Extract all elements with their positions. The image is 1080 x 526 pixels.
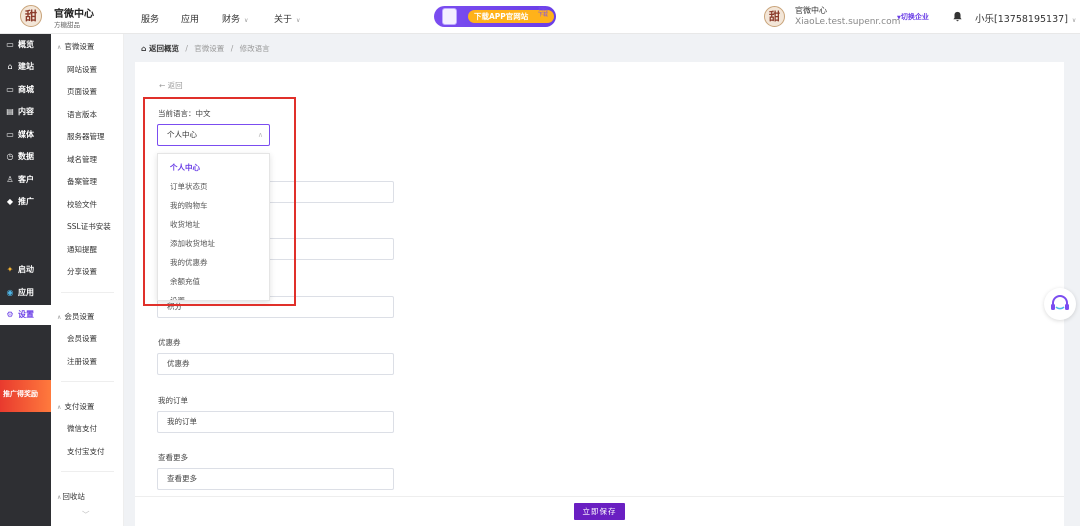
subnav-item[interactable]: 分享设置 [67,266,97,277]
subnav-group-site[interactable]: ∧ 官微设置 [57,41,94,52]
account-name: 官微中心 [795,6,827,15]
dropdown-option[interactable]: 收货地址 [170,219,200,230]
download-app-banner[interactable]: 下载APP官网站 扫码下载 [434,6,556,27]
back-link[interactable]: ← 返回 [159,80,183,91]
dropdown-option[interactable]: 个人中心 [170,162,200,173]
dropdown-option[interactable]: 订单状态页 [170,181,208,192]
subnav-item[interactable]: 支付宝支付 [67,446,105,457]
nav-finance[interactable]: 财务 ∨ [222,12,248,25]
orders-field[interactable]: 我的订单 [157,411,394,433]
chevron-up-icon: ∧ [57,404,62,411]
orders-label: 我的订单 [158,396,188,405]
subnav-item[interactable]: 页面设置 [67,86,97,97]
brand-logo[interactable]: 甜 [20,5,42,27]
breadcrumb-home[interactable]: ⌂ 返回概览 [141,44,179,53]
dropdown-option[interactable]: 余额充值 [170,276,200,287]
monitor-icon: ▭ [6,40,14,49]
sidebar-item-content[interactable]: ▤ 内容 [0,102,51,122]
content-card [135,62,1064,502]
chevron-down-icon: ∨ [1071,17,1077,24]
account-logo[interactable]: 甜 [764,6,785,27]
nav-about[interactable]: 关于 ∨ [274,12,300,25]
subnav-item[interactable]: 备案管理 [67,176,97,187]
subnav-item[interactable]: 网站设置 [67,64,97,75]
more-field[interactable]: 查看更多 [157,468,394,490]
account-domain: XiaoLe.test.supenr.com [795,17,901,27]
settings-subnav: ∧ 官微设置 网站设置 页面设置 语言版本 服务器管理 域名管理 备案管理 校验文… [51,34,124,526]
breadcrumb: ⌂ 返回概览 / 官微设置 / 修改语言 [141,44,270,53]
current-language: 当前语言：中文 [158,109,211,118]
sidebar-item-launch[interactable]: ✦ 启动 [0,260,51,280]
save-button[interactable]: 立即保存 [574,503,625,520]
customer-service-button[interactable] [1044,288,1076,320]
sidebar-item-media[interactable]: ▭ 媒体 [0,125,51,145]
subnav-group-payment[interactable]: ∧ 支付设置 [57,401,94,412]
divider [61,292,114,293]
divider [61,381,114,382]
chevron-up-icon: ∧ [257,131,263,139]
divider [61,471,114,472]
sidebar-item-shop[interactable]: ▭ 商城 [0,80,51,100]
tag-icon: ◆ [6,197,14,206]
sidebar-item-apps[interactable]: ◉ 应用 [0,283,51,303]
dropdown-option[interactable]: 添加收货地址 [170,238,215,249]
subnav-item[interactable]: 服务器管理 [67,131,105,142]
subnav-item[interactable]: SSL证书安装 [67,221,111,232]
nav-apps[interactable]: 应用 [181,12,199,25]
more-label: 查看更多 [158,453,188,462]
bell-icon[interactable] [952,11,963,22]
chevron-down-icon: ∨ [296,17,301,24]
home-icon: ⌂ [7,62,13,71]
coupon-label: 优惠券 [158,338,181,347]
subnav-item[interactable]: 注册设置 [67,356,97,367]
main-sidebar: ▭ 概览 ⌂ 建站 ▭ 商城 ▤ 内容 ▭ 媒体 ◷ 数据 ♙ 客户 ◆ 推广 ✦ 启动 ◉ 应用 … [0,34,51,526]
subnav-group-member[interactable]: ∧ 会员设置 [57,311,94,322]
subnav-item[interactable]: 校验文件 [67,199,97,210]
dropdown-option[interactable]: 我的购物车 [170,200,208,211]
brand-name[interactable]: 官微中心 [54,5,94,20]
subnav-group-recycle[interactable]: ∧回收站 [57,491,85,502]
subnav-item[interactable]: 微信支付 [67,423,97,434]
sidebar-item-site[interactable]: ⌂ 建站 [0,57,51,77]
subnav-item[interactable]: 语言版本 [67,109,97,120]
referral-reward-banner[interactable]: 推广得奖励 [0,380,51,412]
chevron-down-icon[interactable]: ﹀ [82,509,90,520]
sidebar-item-customers[interactable]: ♙ 客户 [0,170,51,190]
chevron-down-icon: ∨ [244,17,249,24]
switch-enterprise-link[interactable]: ▼切换企业 [897,12,929,22]
document-icon: ▤ [6,107,14,116]
subnav-item[interactable]: 域名管理 [67,154,97,165]
coupon-field[interactable]: 优惠券 [157,353,394,375]
page-select-dropdown: 个人中心 订单状态页 我的购物车 收货地址 添加收货地址 我的优惠券 余额充值 … [157,153,270,301]
sidebar-item-overview[interactable]: ▭ 概览 [0,35,51,55]
user-menu[interactable]: 小乐[13758195137] ∨ [975,11,1076,25]
sidebar-item-settings[interactable]: ⚙ 设置 [0,305,51,325]
chevron-up-icon: ∧ [57,494,62,501]
gear-icon: ⚙ [6,310,14,319]
page-select[interactable]: 个人中心 ∧ [157,124,270,146]
breadcrumb-level1[interactable]: 官微设置 [194,44,224,53]
sidebar-item-data[interactable]: ◷ 数据 [0,147,51,167]
shop-icon: ▭ [6,85,14,94]
breadcrumb-current: 修改语言 [239,44,270,53]
headset-icon [1051,295,1069,310]
sidebar-item-promote[interactable]: ◆ 推广 [0,192,51,212]
top-bar: 甜 官微中心 方糖甜品 服务 应用 财务 ∨ 关于 ∨ 下载APP官网站 扫码下载 … [0,0,1080,34]
dropdown-option[interactable]: 我的优惠券 [170,257,208,268]
subnav-item[interactable]: 会员设置 [67,333,97,344]
brand-subtitle: 方糖甜品 [54,21,80,29]
nav-service[interactable]: 服务 [141,12,159,25]
subnav-item[interactable]: 通知提醒 [67,244,97,255]
phone-icon [442,8,457,25]
apps-icon: ◉ [6,288,14,297]
launch-icon: ✦ [6,265,14,274]
dropdown-option[interactable]: 设置 [170,295,185,300]
clock-icon: ◷ [6,152,14,161]
qr-hint: 扫码下载 [538,7,549,18]
chevron-up-icon: ∧ [57,314,62,321]
video-icon: ▭ [6,130,14,139]
user-icon: ♙ [6,175,14,184]
chevron-up-icon: ∧ [57,44,62,51]
